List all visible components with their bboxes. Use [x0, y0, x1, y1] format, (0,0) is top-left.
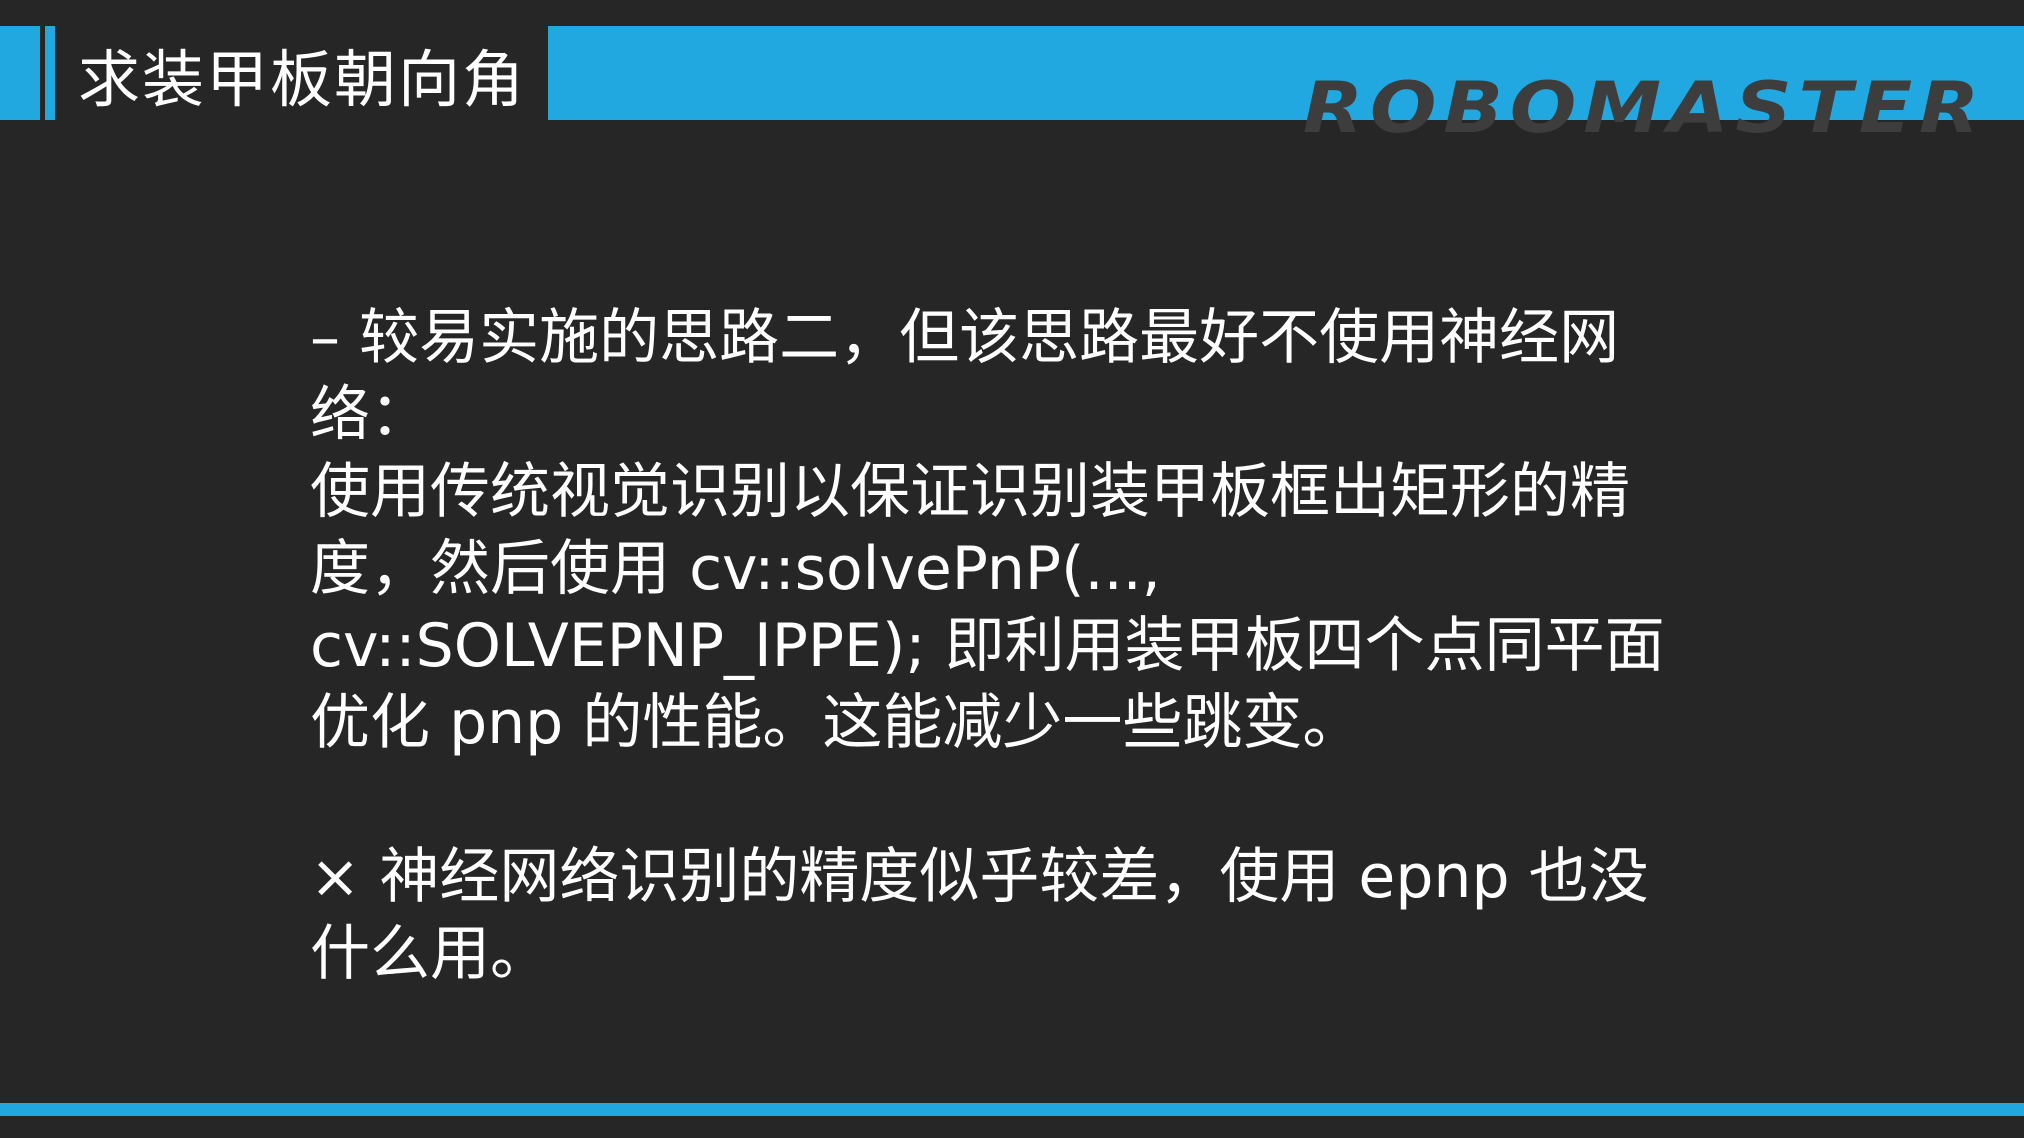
brand-logo: ROBOMASTER: [1302, 67, 1986, 149]
body-line: 度，然后使用 cv::solvePnP(...,: [310, 534, 1161, 604]
body-line: cv::SOLVEPNP_IPPE); 即利用装甲板四个点同平面: [310, 611, 1665, 681]
body-line: 优化 pnp 的性能。这能减少一些跳变。: [310, 688, 1363, 758]
body-line: 络：: [310, 380, 430, 450]
footer-accent-bar: [0, 1103, 2024, 1116]
header-banner: ROBOMASTER: [548, 26, 2024, 143]
slide-title: 求装甲板朝向角: [78, 43, 527, 116]
body-line: 什么用。: [310, 919, 550, 989]
slide: 求装甲板朝向角 ROBOMASTER – 较易实施的思路二，但该思路最好不使用神…: [0, 0, 2024, 1138]
header-accent-block: [0, 26, 40, 120]
header-accent-stripe: [45, 26, 55, 120]
body-line: 使用传统视觉识别以保证识别装甲板框出矩形的精: [310, 457, 1630, 527]
body-line: – 较易实施的思路二，但该思路最好不使用神经网: [310, 303, 1620, 373]
slide-body: – 较易实施的思路二，但该思路最好不使用神经网 络： 使用传统视觉识别以保证识别…: [310, 300, 1750, 993]
body-line: × 神经网络识别的精度似乎较差，使用 epnp 也没: [310, 842, 1649, 912]
